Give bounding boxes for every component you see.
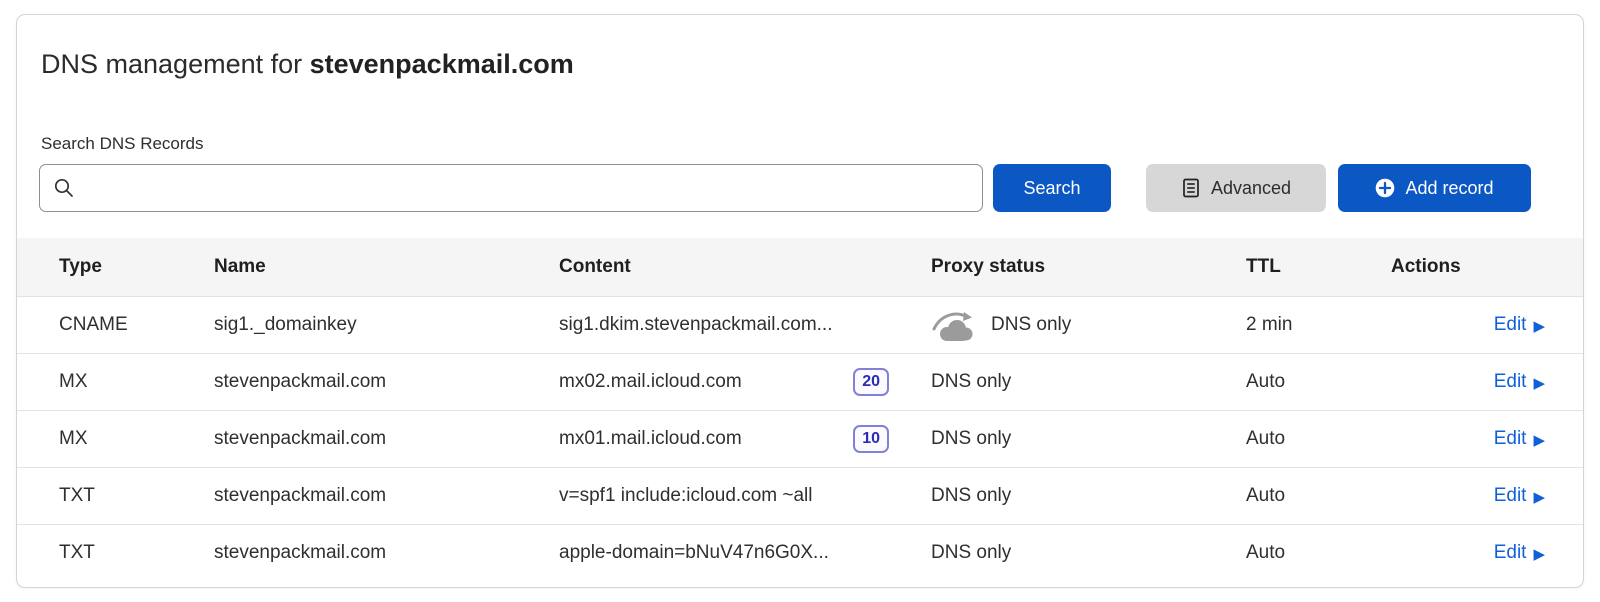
- page-title: DNS management for stevenpackmail.com: [41, 49, 1583, 80]
- edit-arrow-icon: ▶: [1533, 319, 1545, 334]
- table-row: TXT stevenpackmail.com v=spf1 include:ic…: [17, 467, 1583, 524]
- proxy-status-cell: DNS only: [931, 485, 1246, 507]
- record-content-text: mx02.mail.icloud.com: [559, 371, 742, 393]
- record-name: stevenpackmail.com: [214, 428, 559, 450]
- add-record-button-label: Add record: [1405, 178, 1493, 199]
- advanced-button-label: Advanced: [1211, 178, 1291, 199]
- proxy-status-text: DNS only: [931, 428, 1011, 450]
- proxy-status-cell: DNS only: [931, 542, 1246, 564]
- actions-cell: Edit ▶: [1391, 542, 1583, 564]
- edit-label: Edit: [1494, 542, 1527, 564]
- table-row: CNAME sig1._domainkey sig1.dkim.stevenpa…: [17, 296, 1583, 353]
- dns-management-card: DNS management for stevenpackmail.com Se…: [16, 14, 1584, 588]
- proxy-status-text: DNS only: [991, 314, 1071, 336]
- record-type: MX: [17, 428, 214, 450]
- record-content: v=spf1 include:icloud.com ~all: [559, 485, 931, 507]
- mx-priority-badge: 20: [853, 368, 889, 396]
- actions-cell: Edit ▶: [1391, 314, 1583, 336]
- actions-cell: Edit ▶: [1391, 485, 1583, 507]
- proxy-status-cell: DNS only: [931, 428, 1246, 450]
- table-row: MX stevenpackmail.com mx01.mail.icloud.c…: [17, 410, 1583, 467]
- record-content-text: apple-domain=bNuV47n6G0X...: [559, 542, 829, 564]
- proxy-status-text: DNS only: [931, 542, 1011, 564]
- record-content-text: mx01.mail.icloud.com: [559, 428, 742, 450]
- edit-button[interactable]: Edit ▶: [1494, 371, 1545, 393]
- record-ttl: Auto: [1246, 485, 1391, 507]
- edit-label: Edit: [1494, 485, 1527, 507]
- edit-arrow-icon: ▶: [1533, 547, 1545, 562]
- search-button[interactable]: Search: [993, 164, 1111, 212]
- proxy-status-cell: DNS only: [931, 308, 1246, 342]
- search-icon: [53, 177, 75, 199]
- record-name: stevenpackmail.com: [214, 371, 559, 393]
- header-actions: Actions: [1391, 256, 1583, 278]
- header-type: Type: [17, 256, 214, 278]
- search-box: [39, 164, 983, 212]
- edit-label: Edit: [1494, 371, 1527, 393]
- header-ttl: TTL: [1246, 256, 1391, 278]
- dns-only-cloud-icon: [931, 308, 977, 342]
- mx-priority-badge: 10: [853, 425, 889, 453]
- search-input[interactable]: [39, 164, 983, 212]
- edit-button[interactable]: Edit ▶: [1494, 314, 1545, 336]
- record-type: TXT: [17, 542, 214, 564]
- record-ttl: Auto: [1246, 542, 1391, 564]
- actions-cell: Edit ▶: [1391, 371, 1583, 393]
- proxy-status-text: DNS only: [931, 485, 1011, 507]
- document-list-icon: [1181, 177, 1201, 199]
- header-content: Content: [559, 256, 931, 278]
- page-title-domain: stevenpackmail.com: [310, 49, 574, 79]
- record-type: CNAME: [17, 314, 214, 336]
- actions-cell: Edit ▶: [1391, 428, 1583, 450]
- record-content-text: sig1.dkim.stevenpackmail.com...: [559, 314, 833, 336]
- record-ttl: Auto: [1246, 428, 1391, 450]
- edit-button[interactable]: Edit ▶: [1494, 428, 1545, 450]
- record-type: MX: [17, 371, 214, 393]
- dns-records-table: Type Name Content Proxy status TTL Actio…: [17, 238, 1583, 581]
- search-label: Search DNS Records: [41, 134, 1583, 154]
- proxy-status-text: DNS only: [931, 371, 1011, 393]
- record-name: stevenpackmail.com: [214, 485, 559, 507]
- page-title-prefix: DNS management for: [41, 49, 310, 79]
- header-proxy-status: Proxy status: [931, 256, 1246, 278]
- search-button-label: Search: [1023, 178, 1080, 199]
- search-controls: Search Advanced Add recor: [39, 164, 1583, 212]
- edit-label: Edit: [1494, 314, 1527, 336]
- record-name: stevenpackmail.com: [214, 542, 559, 564]
- table-row: MX stevenpackmail.com mx02.mail.icloud.c…: [17, 353, 1583, 410]
- record-name: sig1._domainkey: [214, 314, 559, 336]
- record-content: mx01.mail.icloud.com 10: [559, 425, 931, 453]
- table-row: TXT stevenpackmail.com apple-domain=bNuV…: [17, 524, 1583, 581]
- edit-label: Edit: [1494, 428, 1527, 450]
- header-name: Name: [214, 256, 559, 278]
- record-content-text: v=spf1 include:icloud.com ~all: [559, 485, 812, 507]
- proxy-status-cell: DNS only: [931, 371, 1246, 393]
- table-header-row: Type Name Content Proxy status TTL Actio…: [17, 238, 1583, 296]
- record-content: mx02.mail.icloud.com 20: [559, 368, 931, 396]
- record-content: sig1.dkim.stevenpackmail.com...: [559, 314, 931, 336]
- advanced-button[interactable]: Advanced: [1146, 164, 1326, 212]
- record-ttl: 2 min: [1246, 314, 1391, 336]
- plus-circle-icon: [1375, 178, 1395, 198]
- edit-arrow-icon: ▶: [1533, 490, 1545, 505]
- edit-button[interactable]: Edit ▶: [1494, 485, 1545, 507]
- add-record-button[interactable]: Add record: [1338, 164, 1531, 212]
- record-content: apple-domain=bNuV47n6G0X...: [559, 542, 931, 564]
- record-type: TXT: [17, 485, 214, 507]
- edit-arrow-icon: ▶: [1533, 433, 1545, 448]
- edit-arrow-icon: ▶: [1533, 376, 1545, 391]
- edit-button[interactable]: Edit ▶: [1494, 542, 1545, 564]
- record-ttl: Auto: [1246, 371, 1391, 393]
